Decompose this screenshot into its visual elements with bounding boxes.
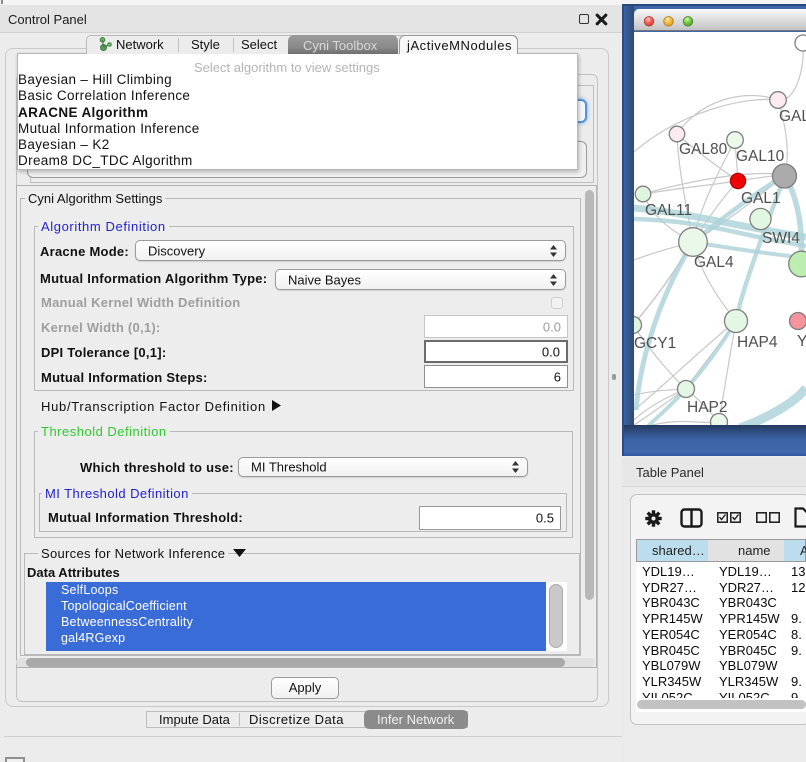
svg-text:GAL: GAL — [779, 108, 806, 125]
svg-text:GAL4: GAL4 — [694, 254, 734, 271]
svg-text:GAL11: GAL11 — [645, 202, 692, 219]
svg-text:SWI4: SWI4 — [762, 230, 800, 247]
svg-text:GAL1: GAL1 — [741, 190, 781, 207]
svg-text:HAP4: HAP4 — [737, 334, 778, 351]
svg-text:GAL10: GAL10 — [736, 148, 785, 165]
svg-text:GAL80: GAL80 — [679, 141, 728, 158]
svg-text:GCY1: GCY1 — [634, 335, 676, 352]
svg-text:HAP2: HAP2 — [687, 399, 728, 416]
svg-text:Y: Y — [797, 333, 806, 350]
